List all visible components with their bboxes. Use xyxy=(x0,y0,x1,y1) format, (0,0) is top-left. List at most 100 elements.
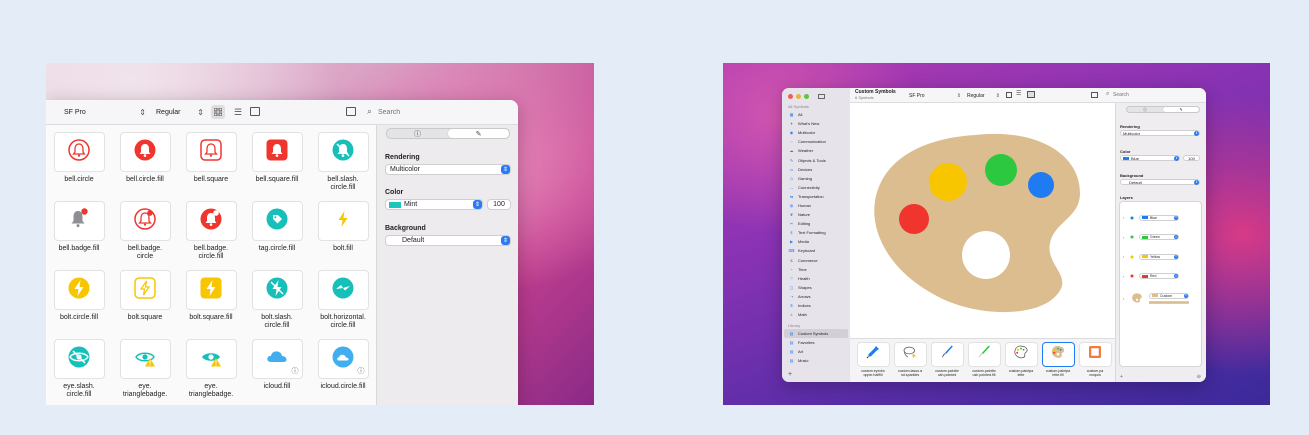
symbol-tile[interactable] xyxy=(53,201,105,241)
symbol-tile[interactable] xyxy=(317,132,369,172)
close-button[interactable] xyxy=(788,94,793,99)
symbol-cell[interactable]: bolt.square.fill xyxy=(178,270,244,339)
sidebar-item[interactable]: ✦ What's New xyxy=(782,119,850,128)
strip-symbol-cell[interactable]: custom.eyedro opper.halffill xyxy=(856,342,890,382)
info-badge-icon[interactable]: ⓘ xyxy=(292,366,299,376)
layer-color-select[interactable]: Green ⇕ xyxy=(1139,234,1179,241)
sidebar-item[interactable]: ① Indices xyxy=(782,301,850,310)
paintbrush-tab[interactable]: ✎ xyxy=(1163,107,1199,112)
sidebar-item[interactable]: ↔ Connectivity xyxy=(782,183,850,192)
opacity-field[interactable]: 100 xyxy=(487,199,511,210)
strip-symbol-cell[interactable]: custom.paintpa lette.fill xyxy=(1041,342,1075,382)
search-input[interactable] xyxy=(378,106,498,119)
symbol-cell[interactable]: bell.badge. circle xyxy=(112,201,178,270)
symbol-cell[interactable]: tag.circle.fill xyxy=(244,201,310,270)
sidebar-item[interactable]: ✎ Objects & Tools xyxy=(782,155,850,164)
weight-popup[interactable]: Regular ⇕ xyxy=(967,92,1000,99)
sidebar-item[interactable]: ¶ Text Formatting xyxy=(782,228,850,237)
info-tab[interactable]: ⓘ xyxy=(1127,107,1163,112)
symbol-cell[interactable]: bolt.circle.fill xyxy=(46,270,112,339)
sidebar-toggle-icon[interactable] xyxy=(818,94,825,99)
symbol-cell[interactable]: bell.badge.fill xyxy=(46,201,112,270)
symbol-cell[interactable]: bolt.slash. circle.fill xyxy=(244,270,310,339)
sidebar-item[interactable]: ☁ Weather xyxy=(782,146,850,155)
sidebar-item[interactable]: ⇆ Transportation xyxy=(782,192,850,201)
symbol-cell[interactable]: eye.slash. circle.fill xyxy=(46,339,112,405)
strip-symbol-cell[interactable]: custom.paintbr ush.pointed xyxy=(930,342,964,382)
sidebar-item[interactable]: ◌ Communication xyxy=(782,137,850,146)
strip-symbol-tile[interactable] xyxy=(967,342,1001,367)
font-popup[interactable]: SF Pro ⇕ xyxy=(909,92,961,99)
symbol-cell[interactable]: bolt.square xyxy=(112,270,178,339)
symbol-tile[interactable] xyxy=(119,201,171,241)
rendering-select[interactable]: Multicolor ⇕ xyxy=(1120,130,1200,136)
grid-view-icon[interactable] xyxy=(211,105,225,119)
symbol-cell[interactable]: ⓘ icloud.fill xyxy=(244,339,310,405)
layer-row[interactable]: › Blue ⇕ xyxy=(1120,208,1201,228)
zoom-button[interactable] xyxy=(804,94,809,99)
symbol-cell[interactable]: bell.circle.fill xyxy=(112,132,178,201)
color-select[interactable]: Blue ⇕ xyxy=(1120,155,1180,161)
background-select[interactable]: Default ⇕ xyxy=(1120,179,1200,185)
strip-symbol-tile[interactable] xyxy=(1004,342,1038,367)
strip-symbol-cell[interactable]: custom.pa croquis xyxy=(1078,342,1112,382)
add-collection-button[interactable]: + xyxy=(788,371,792,378)
gallery-view-icon[interactable] xyxy=(1027,91,1035,98)
symbol-tile[interactable] xyxy=(185,132,237,172)
strip-symbol-cell[interactable]: custom.paintbr ush.pointed.fill xyxy=(967,342,1001,382)
symbol-tile[interactable] xyxy=(119,132,171,172)
sidebar-item[interactable]: ♡ Health xyxy=(782,274,850,283)
symbol-tile[interactable] xyxy=(53,270,105,310)
sidebar-item[interactable]: ✂ Editing xyxy=(782,219,850,228)
layer-color-select[interactable]: Red ⇕ xyxy=(1139,273,1179,280)
grid-view-icon[interactable] xyxy=(1006,92,1012,98)
layer-row[interactable]: › Custom ⇕ xyxy=(1120,286,1201,310)
symbol-cell[interactable]: bell.circle xyxy=(46,132,112,201)
symbol-tile[interactable] xyxy=(185,270,237,310)
strip-symbol-cell[interactable]: custom.paintpa lette xyxy=(1004,342,1038,382)
sidebar-item[interactable]: ▭ Devices xyxy=(782,165,850,174)
sidebar-item[interactable]: ◔ Time xyxy=(782,265,850,274)
symbol-tile[interactable] xyxy=(317,270,369,310)
inspector-toggle-icon[interactable] xyxy=(1091,92,1098,98)
inspector-segmented-control[interactable]: ⓘ ✎ xyxy=(1126,106,1200,113)
info-tab[interactable]: ⓘ xyxy=(387,129,448,138)
weight-popup[interactable]: Regular ⇕ xyxy=(156,106,204,119)
sidebar-item[interactable]: ▶ Media xyxy=(782,237,850,246)
list-view-icon[interactable]: ☰ xyxy=(1016,90,1021,97)
library-item[interactable]: ▤ Favorites xyxy=(782,338,850,347)
layer-color-select[interactable]: Custom ⇕ xyxy=(1149,292,1189,299)
symbol-cell[interactable]: bolt.horizontal. circle.fill xyxy=(310,270,376,339)
symbol-tile[interactable] xyxy=(185,339,237,379)
rendering-select[interactable]: Multicolor ⇕ xyxy=(385,164,511,175)
more-options-icon[interactable]: ⊖ xyxy=(1197,374,1201,380)
layer-row[interactable]: › Green ⇕ xyxy=(1120,228,1201,248)
symbol-cell[interactable]: eye. trianglebadge. xyxy=(112,339,178,405)
symbol-cell[interactable]: bell.square xyxy=(178,132,244,201)
sidebar-toggle-icon[interactable] xyxy=(346,107,356,116)
layer-color-select[interactable]: Blue ⇕ xyxy=(1139,214,1179,221)
strip-symbol-tile[interactable] xyxy=(1041,342,1075,367)
strip-symbol-tile[interactable] xyxy=(930,342,964,367)
symbol-tile[interactable] xyxy=(251,132,303,172)
font-popup[interactable]: SF Pro ⇕ xyxy=(64,106,146,119)
symbol-cell[interactable]: bell.badge. circle.fill xyxy=(178,201,244,270)
layer-opacity-bar[interactable] xyxy=(1149,300,1189,304)
library-item[interactable]: ▤ Custom Symbols xyxy=(784,329,848,339)
layer-color-select[interactable]: Yellow ⇕ xyxy=(1139,253,1179,260)
list-view-icon[interactable]: ☰ xyxy=(232,105,244,119)
sidebar-item[interactable]: ⌨ Keyboard xyxy=(782,246,850,255)
layer-row[interactable]: › Yellow ⇕ xyxy=(1120,247,1201,267)
sidebar-item[interactable]: ◇ Gaming xyxy=(782,174,850,183)
info-badge-icon[interactable]: ⓘ xyxy=(358,366,365,376)
search-input[interactable] xyxy=(1113,91,1193,99)
library-item[interactable]: ▤ Art xyxy=(782,347,850,356)
inspector-segmented-control[interactable]: ⓘ ✎ xyxy=(386,128,510,139)
symbol-tile[interactable] xyxy=(119,339,171,379)
symbol-cell[interactable]: eye. trianglebadge. xyxy=(178,339,244,405)
sidebar-item[interactable]: ❦ Nature xyxy=(782,210,850,219)
strip-symbol-cell[interactable]: custom.lasso.a nd.sparkles xyxy=(893,342,927,382)
layer-row[interactable]: › Red ⇕ xyxy=(1120,267,1201,287)
strip-symbol-tile[interactable] xyxy=(856,342,890,367)
paintbrush-tab[interactable]: ✎ xyxy=(448,129,509,138)
